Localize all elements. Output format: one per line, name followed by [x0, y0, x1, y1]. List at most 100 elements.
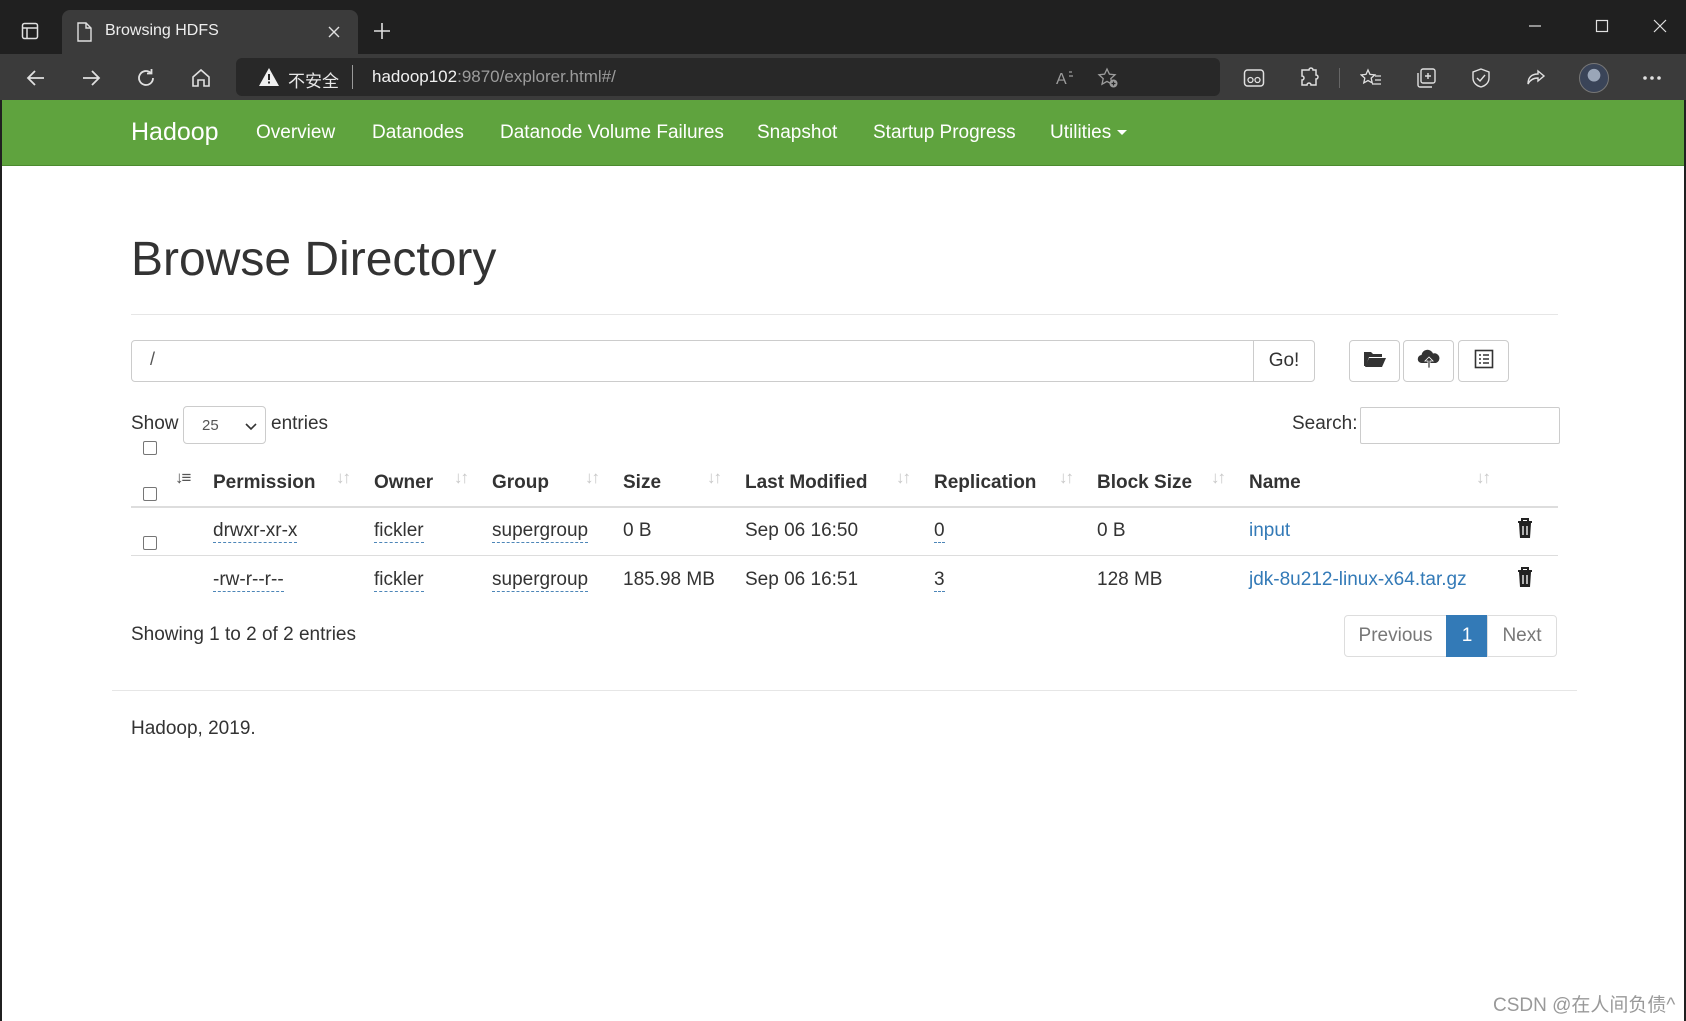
address-bar[interactable]: 不安全 hadoop102:9870/explorer.html#/ A — [236, 58, 1220, 96]
window-close-icon[interactable] — [1640, 10, 1680, 42]
folder-open-icon — [1363, 349, 1387, 374]
next-page-button[interactable]: Next — [1487, 615, 1557, 657]
row-last-modified: Sep 06 16:50 — [745, 520, 859, 541]
column-size[interactable]: Size — [623, 472, 661, 494]
forward-icon[interactable] — [73, 60, 109, 96]
sort-both-icon[interactable]: ↓↑ — [707, 468, 722, 488]
hadoop-navbar: Hadoop Overview Datanodes Datanode Volum… — [2, 100, 1684, 166]
select-all-checkbox[interactable] — [143, 441, 157, 455]
row-size: 0 B — [623, 520, 652, 541]
nav-utilities-dropdown[interactable]: Utilities — [1050, 122, 1128, 144]
pagination: Previous 1 Next — [1344, 615, 1557, 657]
row-group[interactable]: supergroup — [492, 569, 589, 592]
row-permission[interactable]: -rw-r--r-- — [213, 569, 284, 592]
entries-per-page-select[interactable]: 25 — [183, 406, 266, 444]
row-replication[interactable]: 0 — [934, 520, 945, 543]
tab-close-icon[interactable] — [322, 20, 346, 44]
home-icon[interactable] — [183, 60, 219, 96]
browser-essentials-icon[interactable] — [1465, 62, 1497, 94]
column-block-size[interactable]: Block Size — [1097, 472, 1192, 494]
owner-value: fickler — [374, 520, 424, 543]
url-path: :9870/explorer.html#/ — [457, 67, 616, 86]
browser-tab[interactable]: Browsing HDFS — [62, 10, 358, 54]
sort-both-icon[interactable]: ↓↑ — [454, 468, 469, 488]
previous-page-button[interactable]: Previous — [1344, 615, 1447, 657]
row-replication[interactable]: 3 — [934, 569, 945, 592]
page-favicon-icon — [76, 22, 92, 47]
directory-path-input[interactable]: / — [131, 340, 1254, 382]
extensions-icon[interactable] — [1293, 62, 1325, 94]
nav-datanode-volume-failures[interactable]: Datanode Volume Failures — [500, 122, 724, 144]
chevron-down-icon — [245, 418, 257, 435]
new-tab-icon[interactable] — [366, 15, 398, 47]
column-replication[interactable]: Replication — [934, 472, 1036, 494]
column-permission[interactable]: Permission — [213, 472, 315, 494]
nav-datanodes[interactable]: Datanodes — [372, 122, 464, 144]
minimize-icon[interactable] — [1515, 10, 1555, 42]
page-viewport: Hadoop Overview Datanodes Datanode Volum… — [2, 100, 1684, 1021]
immersive-reader-icon[interactable] — [1238, 62, 1270, 94]
sort-both-icon[interactable]: ↓↑ — [336, 468, 351, 488]
refresh-icon[interactable] — [128, 60, 164, 96]
svg-text:A: A — [1056, 71, 1067, 88]
row-owner[interactable]: fickler — [374, 520, 424, 543]
collections-icon[interactable] — [1410, 62, 1442, 94]
row-name-link[interactable]: jdk-8u212-linux-x64.tar.gz — [1249, 569, 1467, 591]
nav-utilities-label: Utilities — [1050, 122, 1112, 143]
row-permission[interactable]: drwxr-xr-x — [213, 520, 298, 543]
sort-both-icon[interactable]: ↓↑ — [896, 468, 911, 488]
read-aloud-icon[interactable]: A — [1052, 64, 1080, 92]
toolbar-divider — [1339, 68, 1340, 88]
more-menu-icon[interactable] — [1636, 62, 1668, 94]
sort-both-icon[interactable]: ↓↑ — [585, 468, 600, 488]
share-icon[interactable] — [1520, 62, 1552, 94]
show-label: Show — [131, 413, 179, 434]
row-name-link[interactable]: input — [1249, 520, 1290, 542]
maximize-icon[interactable] — [1582, 10, 1622, 42]
row-group[interactable]: supergroup — [492, 520, 589, 543]
permission-value: drwxr-xr-x — [213, 520, 298, 543]
row-checkbox[interactable] — [143, 487, 157, 501]
url-text[interactable]: hadoop102:9870/explorer.html#/ — [372, 67, 616, 87]
sort-both-icon[interactable]: ↓↑ — [1476, 468, 1491, 488]
column-owner[interactable]: Owner — [374, 472, 433, 494]
delete-trash-icon[interactable] — [1515, 517, 1535, 539]
not-secure-warning-icon[interactable] — [258, 67, 280, 92]
row-divider — [131, 555, 1558, 556]
sort-both-icon[interactable]: ↓↑ — [1059, 468, 1074, 488]
sort-both-icon[interactable]: ↓↑ — [1211, 468, 1226, 488]
browser-tab-bar: Browsing HDFS — [0, 0, 1686, 54]
back-icon[interactable] — [18, 60, 54, 96]
title-divider — [131, 314, 1558, 315]
row-owner[interactable]: fickler — [374, 569, 424, 592]
navbar-brand[interactable]: Hadoop — [131, 118, 219, 147]
cloud-upload-icon — [1417, 348, 1441, 375]
row-block-size: 0 B — [1097, 520, 1126, 541]
search-label: Search: — [1292, 413, 1358, 434]
column-name[interactable]: Name — [1249, 472, 1301, 494]
entries-select-value: 25 — [202, 417, 219, 434]
row-size: 185.98 MB — [623, 569, 715, 590]
search-input[interactable] — [1360, 407, 1560, 444]
nav-snapshot[interactable]: Snapshot — [757, 122, 837, 144]
create-directory-button[interactable] — [1349, 340, 1400, 382]
nav-overview[interactable]: Overview — [256, 122, 335, 144]
page-1-button[interactable]: 1 — [1446, 615, 1488, 657]
sort-asc-icon[interactable]: ↓≡ — [175, 468, 191, 488]
tab-title: Browsing HDFS — [105, 22, 219, 39]
upload-files-button[interactable] — [1403, 340, 1454, 382]
column-last-modified[interactable]: Last Modified — [745, 472, 867, 494]
add-favorite-icon[interactable] — [1094, 64, 1122, 92]
page-title: Browse Directory — [131, 233, 497, 286]
row-checkbox[interactable] — [143, 536, 157, 550]
column-group[interactable]: Group — [492, 472, 549, 494]
go-button[interactable]: Go! — [1253, 340, 1315, 382]
profile-avatar[interactable] — [1579, 63, 1609, 93]
entries-label: entries — [271, 413, 329, 434]
delete-trash-icon[interactable] — [1515, 566, 1535, 588]
tab-actions-icon[interactable] — [14, 15, 46, 47]
cut-paste-button[interactable] — [1458, 340, 1509, 382]
nav-startup-progress[interactable]: Startup Progress — [873, 122, 1016, 144]
footer-text: Hadoop, 2019. — [131, 718, 256, 739]
favorites-icon[interactable] — [1355, 62, 1387, 94]
